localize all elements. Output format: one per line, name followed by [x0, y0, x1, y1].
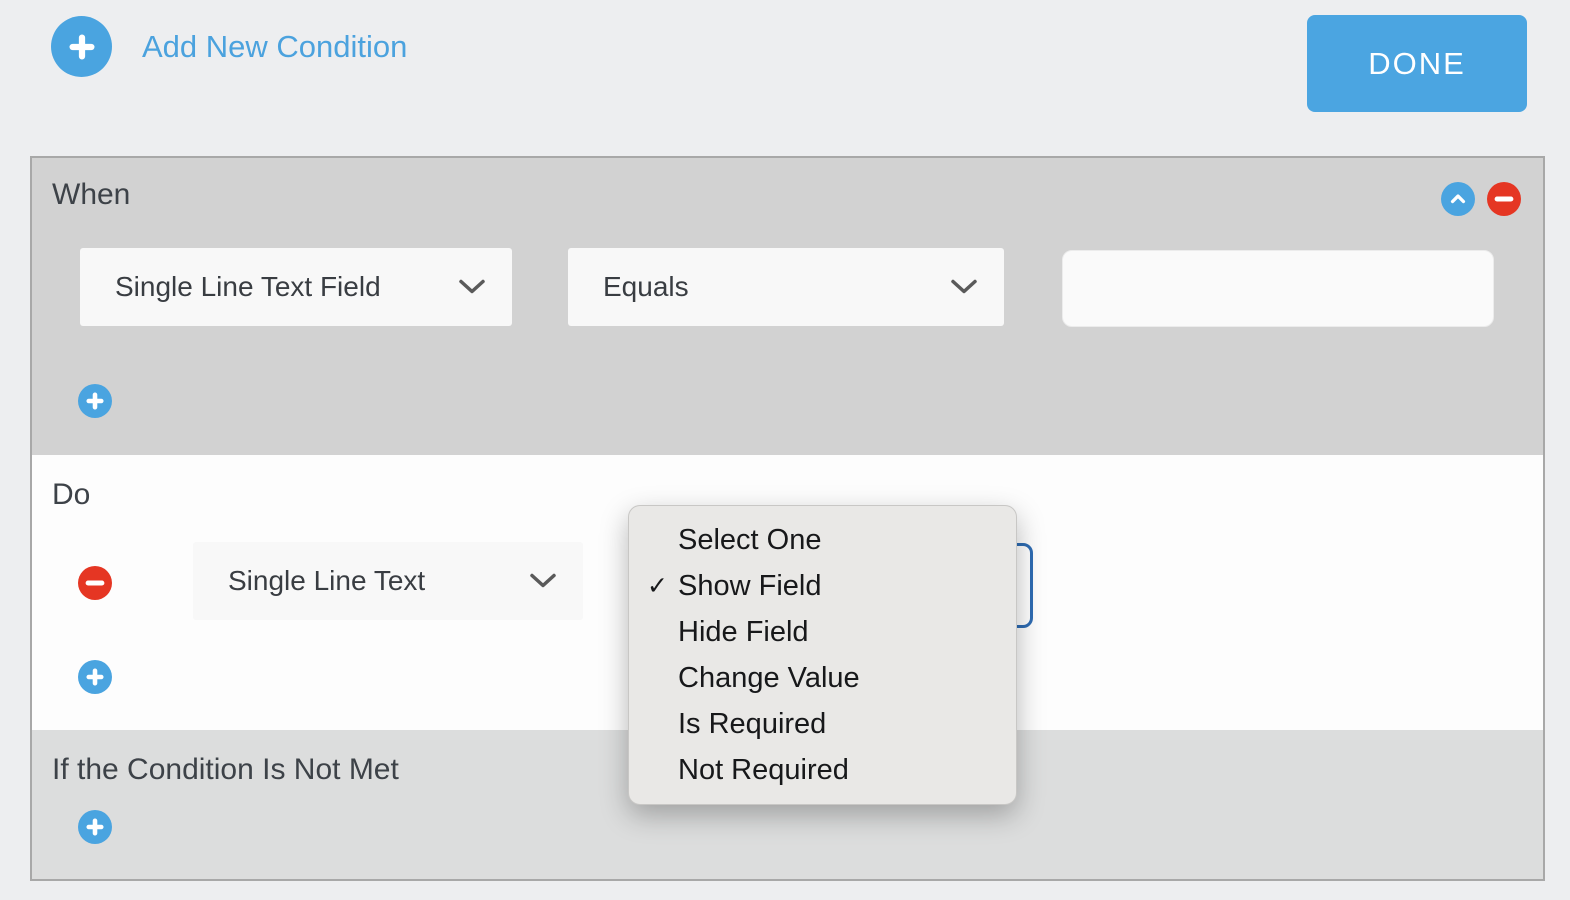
do-field-select[interactable]: Single Line Text [193, 542, 583, 620]
minus-icon [84, 572, 106, 594]
action-menu-item[interactable]: Select One [629, 517, 1016, 563]
condition-panel: When Single Line Text Field Equals Do Si… [30, 156, 1545, 881]
plus-icon [85, 391, 105, 411]
collapse-condition-button[interactable] [1441, 182, 1475, 216]
action-menu-item[interactable]: Hide Field [629, 609, 1016, 655]
action-menu: Select One ✓ Show Field Hide Field Chang… [628, 505, 1017, 805]
action-menu-item-label: Show Field [678, 569, 822, 602]
do-section-label: Do [52, 478, 91, 511]
action-menu-item-label: Not Required [678, 753, 849, 786]
do-field-select-value: Single Line Text [228, 565, 426, 596]
minus-icon [1493, 188, 1515, 210]
when-operator-select[interactable]: Equals [568, 248, 1004, 326]
add-condition-group: Add New Condition [51, 16, 407, 77]
add-not-met-action-button[interactable] [78, 810, 112, 844]
action-menu-item[interactable]: Not Required [629, 747, 1016, 793]
when-field-select-value: Single Line Text Field [115, 271, 381, 302]
action-menu-item[interactable]: ✓ Show Field [629, 563, 1016, 609]
add-action-button[interactable] [78, 660, 112, 694]
action-menu-item[interactable]: Is Required [629, 701, 1016, 747]
plus-icon [85, 667, 105, 687]
action-menu-item-label: Is Required [678, 707, 827, 740]
plus-icon [85, 817, 105, 837]
not-met-section-label: If the Condition Is Not Met [52, 753, 399, 786]
plus-icon [67, 32, 97, 62]
chevron-down-icon [529, 572, 557, 590]
action-menu-item[interactable]: Change Value [629, 655, 1016, 701]
chevron-down-icon [458, 278, 486, 296]
checkmark-icon: ✓ [647, 572, 668, 600]
when-operator-select-value: Equals [603, 271, 689, 302]
add-condition-plus-button[interactable] [51, 16, 112, 77]
remove-condition-button[interactable] [1487, 182, 1521, 216]
remove-action-button[interactable] [78, 566, 112, 600]
chevron-up-icon [1448, 189, 1468, 209]
chevron-down-icon [950, 278, 978, 296]
when-value-input[interactable] [1062, 250, 1494, 327]
action-menu-item-label: Change Value [678, 661, 860, 694]
action-menu-item-label: Select One [678, 523, 822, 556]
when-section-label: When [52, 178, 131, 211]
when-field-select[interactable]: Single Line Text Field [80, 248, 512, 326]
when-section: When Single Line Text Field Equals [32, 158, 1543, 455]
add-when-rule-button[interactable] [78, 384, 112, 418]
action-menu-item-label: Hide Field [678, 615, 809, 648]
do-section: Do Single Line Text Select One ✓ Show Fi… [32, 455, 1543, 805]
add-new-condition-link[interactable]: Add New Condition [142, 29, 407, 65]
done-button[interactable]: DONE [1307, 15, 1527, 112]
